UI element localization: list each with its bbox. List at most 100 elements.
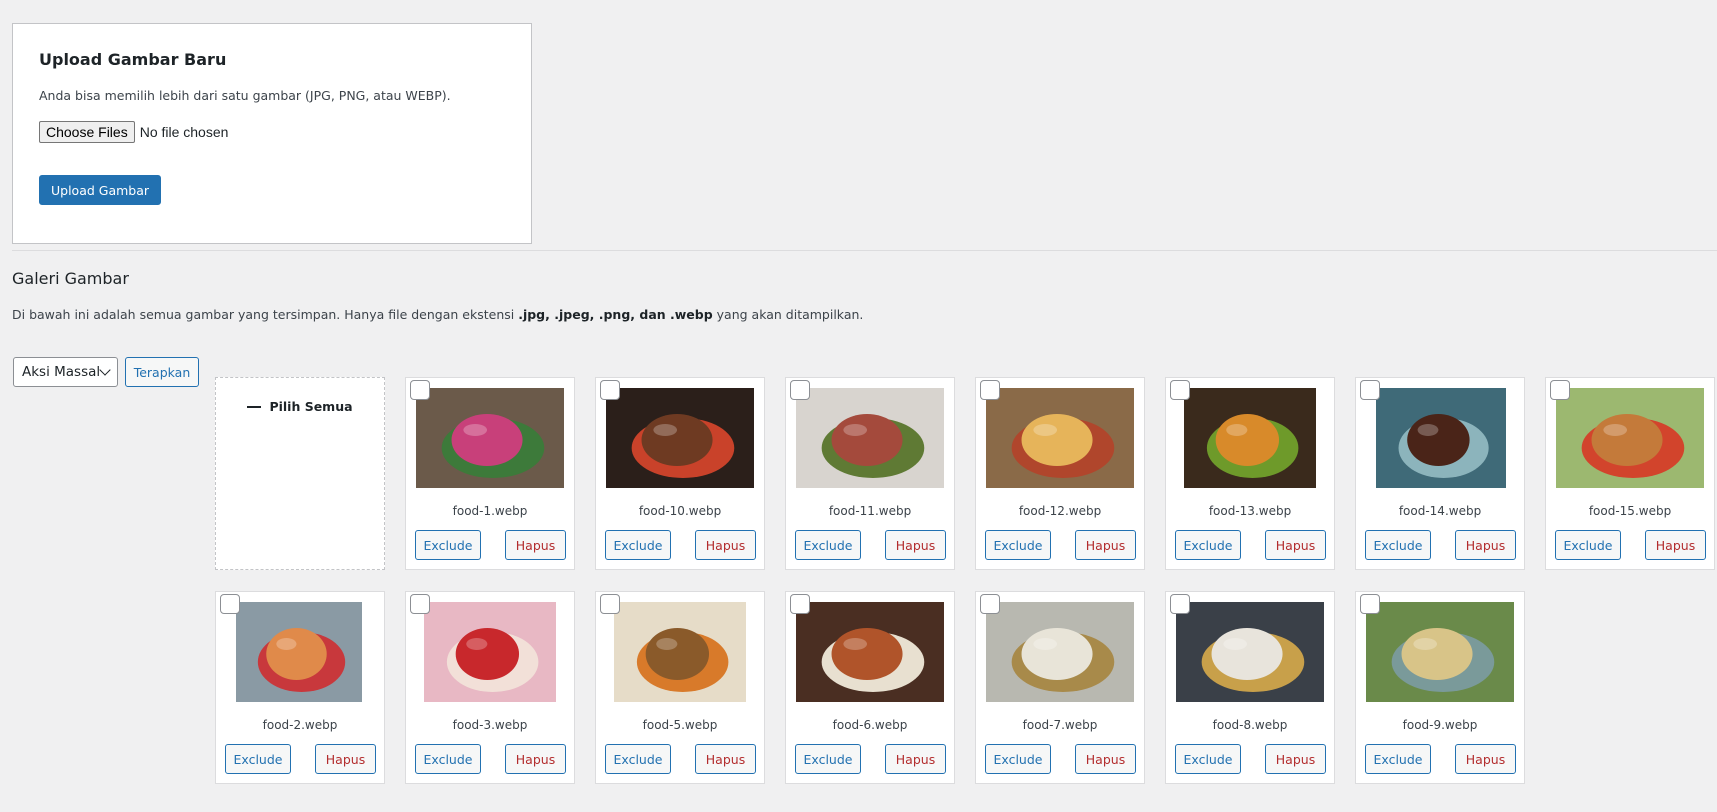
food-thumbnail [236, 602, 362, 702]
food-thumbnail [796, 388, 944, 488]
gallery-card: food-9.webp Exclude Hapus [1355, 591, 1525, 784]
delete-button[interactable]: Hapus [1455, 530, 1516, 560]
exclude-button[interactable]: Exclude [985, 744, 1051, 774]
food-thumbnail [606, 388, 754, 488]
file-name: food-2.webp [262, 718, 338, 732]
select-all-toggle[interactable]: Pilih Semua [216, 399, 384, 414]
file-name: food-3.webp [452, 718, 528, 732]
food-thumbnail [1176, 602, 1324, 702]
delete-button[interactable]: Hapus [1265, 530, 1326, 560]
gallery-card: food-12.webp Exclude Hapus [975, 377, 1145, 570]
select-checkbox[interactable] [1360, 594, 1380, 614]
file-name: food-13.webp [1208, 504, 1292, 518]
bulk-action-value: Aksi Massal [22, 364, 101, 380]
file-name: food-12.webp [1018, 504, 1102, 518]
select-checkbox[interactable] [1170, 380, 1190, 400]
select-checkbox[interactable] [600, 594, 620, 614]
upload-description: Anda bisa memilih lebih dari satu gambar… [39, 88, 451, 103]
delete-button[interactable]: Hapus [505, 744, 566, 774]
file-name: food-5.webp [642, 718, 718, 732]
apply-button[interactable]: Terapkan [125, 357, 199, 387]
gallery-card: food-13.webp Exclude Hapus [1165, 377, 1335, 570]
delete-button[interactable]: Hapus [1075, 530, 1136, 560]
gallery-title: Galeri Gambar [12, 269, 129, 288]
exclude-button[interactable]: Exclude [1365, 530, 1431, 560]
select-checkbox[interactable] [1360, 380, 1380, 400]
gallery-card: food-8.webp Exclude Hapus [1165, 591, 1335, 784]
select-checkbox[interactable] [980, 380, 1000, 400]
gallery-card: food-6.webp Exclude Hapus [785, 591, 955, 784]
exclude-button[interactable]: Exclude [415, 744, 481, 774]
delete-button[interactable]: Hapus [1455, 744, 1516, 774]
food-thumbnail [416, 388, 564, 488]
choose-files-button[interactable]: Choose Files [39, 121, 135, 143]
food-thumbnail [1366, 602, 1514, 702]
file-name: food-8.webp [1212, 718, 1288, 732]
select-checkbox[interactable] [790, 380, 810, 400]
file-input: Choose Files No file chosen [39, 121, 228, 143]
food-thumbnail [1556, 388, 1704, 488]
food-thumbnail [424, 602, 556, 702]
delete-button[interactable]: Hapus [315, 744, 376, 774]
gallery-card: food-7.webp Exclude Hapus [975, 591, 1145, 784]
select-all-label: Pilih Semua [269, 399, 353, 414]
exclude-button[interactable]: Exclude [795, 744, 861, 774]
select-checkbox[interactable] [410, 380, 430, 400]
delete-button[interactable]: Hapus [1645, 530, 1706, 560]
exclude-button[interactable]: Exclude [1365, 744, 1431, 774]
select-checkbox[interactable] [1550, 380, 1570, 400]
gallery-desc-suffix: yang akan ditampilkan. [712, 307, 864, 322]
select-checkbox[interactable] [410, 594, 430, 614]
file-name: food-6.webp [832, 718, 908, 732]
section-divider [12, 250, 1717, 251]
select-checkbox[interactable] [980, 594, 1000, 614]
exclude-button[interactable]: Exclude [1555, 530, 1621, 560]
upload-title: Upload Gambar Baru [39, 50, 227, 69]
file-name: food-10.webp [638, 504, 722, 518]
delete-button[interactable]: Hapus [1265, 744, 1326, 774]
gallery-card: food-15.webp Exclude Hapus [1545, 377, 1715, 570]
file-name: food-9.webp [1402, 718, 1478, 732]
select-all-card[interactable]: Pilih Semua [215, 377, 385, 570]
exclude-button[interactable]: Exclude [415, 530, 481, 560]
file-name: food-7.webp [1022, 718, 1098, 732]
gallery-description: Di bawah ini adalah semua gambar yang te… [12, 307, 863, 322]
exclude-button[interactable]: Exclude [795, 530, 861, 560]
exclude-button[interactable]: Exclude [1175, 530, 1241, 560]
file-name: food-1.webp [452, 504, 528, 518]
food-thumbnail [986, 388, 1134, 488]
file-status: No file chosen [139, 124, 229, 140]
exclude-button[interactable]: Exclude [605, 744, 671, 774]
upload-panel: Upload Gambar Baru Anda bisa memilih leb… [12, 23, 532, 244]
food-thumbnail [1184, 388, 1316, 488]
exclude-button[interactable]: Exclude [605, 530, 671, 560]
delete-button[interactable]: Hapus [695, 744, 756, 774]
delete-button[interactable]: Hapus [885, 744, 946, 774]
exclude-button[interactable]: Exclude [1175, 744, 1241, 774]
gallery-card: food-2.webp Exclude Hapus [215, 591, 385, 784]
food-thumbnail [614, 602, 746, 702]
upload-button[interactable]: Upload Gambar [39, 175, 162, 205]
select-checkbox[interactable] [1170, 594, 1190, 614]
delete-button[interactable]: Hapus [505, 530, 566, 560]
minus-icon [247, 405, 262, 408]
delete-button[interactable]: Hapus [695, 530, 756, 560]
select-checkbox[interactable] [220, 594, 240, 614]
gallery-card: food-5.webp Exclude Hapus [595, 591, 765, 784]
chevron-down-icon [99, 364, 111, 376]
exclude-button[interactable]: Exclude [985, 530, 1051, 560]
delete-button[interactable]: Hapus [1075, 744, 1136, 774]
gallery-desc-extensions: .jpg, .jpeg, .png, dan .webp [518, 307, 713, 322]
gallery-card: food-10.webp Exclude Hapus [595, 377, 765, 570]
gallery-card: food-3.webp Exclude Hapus [405, 591, 575, 784]
select-checkbox[interactable] [600, 380, 620, 400]
gallery-card: food-11.webp Exclude Hapus [785, 377, 955, 570]
bulk-action-select[interactable]: Aksi Massal [13, 357, 118, 387]
delete-button[interactable]: Hapus [885, 530, 946, 560]
file-name: food-11.webp [828, 504, 912, 518]
select-checkbox[interactable] [790, 594, 810, 614]
food-thumbnail [1376, 388, 1506, 488]
food-thumbnail [796, 602, 944, 702]
file-name: food-15.webp [1588, 504, 1672, 518]
exclude-button[interactable]: Exclude [225, 744, 291, 774]
